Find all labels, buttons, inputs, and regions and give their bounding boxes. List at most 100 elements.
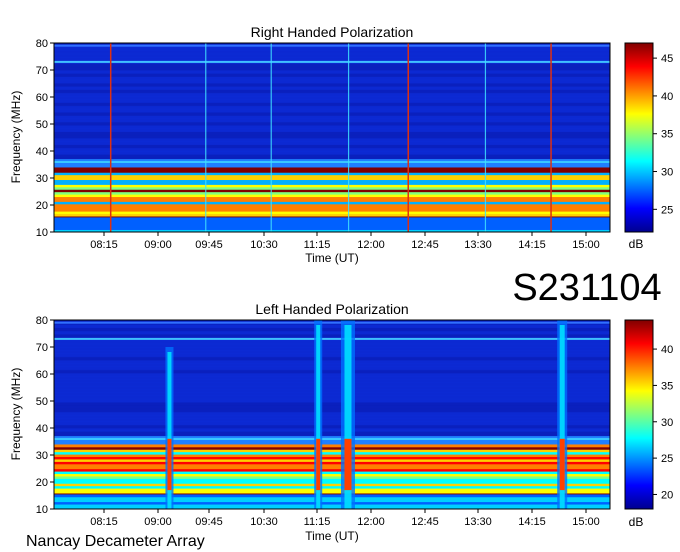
- panel-1-xtick-label: 09:00: [144, 516, 172, 528]
- panel-0-noise-row: [54, 92, 610, 97]
- panel-1-noise-row: [54, 350, 610, 354]
- panel-1-burst-hot: [167, 438, 172, 491]
- panel-0-noise-row: [54, 108, 610, 113]
- panel-0-band-stripe: [54, 213, 610, 217]
- panel-0-ytick-label: 50: [36, 119, 48, 131]
- panel-0-xtick-label: 13:30: [464, 239, 492, 251]
- panel-0-xtick-label: 12:45: [411, 239, 439, 251]
- panel-1-band-stripe: [54, 468, 610, 472]
- panel-1-noise-row: [54, 382, 610, 387]
- panel-0-noise-row: [54, 70, 610, 74]
- panel-0-ytick-label: 20: [36, 200, 48, 212]
- panel-1-noise-row: [54, 392, 610, 397]
- panel-1-noise-row: [54, 389, 610, 393]
- panel-1-band-stripe: [54, 463, 610, 467]
- panel-1-ytick-label: 30: [36, 450, 48, 462]
- panel-0-noise-row: [54, 151, 610, 155]
- panel-0-noise-row: [54, 63, 610, 68]
- panel-1-burst-hot: [344, 438, 352, 491]
- panel-rhp-colorbar-label: dB: [629, 237, 644, 251]
- panel-1-noise-row: [54, 372, 610, 377]
- panel-1-band-stripe: [54, 446, 610, 450]
- panel-0-noise-row: [54, 134, 610, 139]
- panel-0-band-stripe: [54, 172, 610, 176]
- panel-lhp-title: Left Handed Polarization: [255, 301, 408, 317]
- panel-1-ytick-label: 60: [36, 369, 48, 381]
- panel-0-ytick-label: 40: [36, 146, 48, 158]
- panel-rhp-ylabel: Frequency (MHz): [9, 91, 23, 184]
- panel-0-noise-row: [54, 57, 610, 61]
- panel-1-noise-row: [54, 379, 610, 384]
- panel-1-noise-row: [54, 428, 610, 432]
- panel-1-noise-row: [54, 363, 610, 367]
- panel-1-band-stripe: [54, 488, 610, 492]
- panel-0-noise-row: [54, 138, 610, 142]
- panel-1-low-stripe: [54, 504, 610, 507]
- panel-1-xtick-label: 13:30: [464, 516, 492, 528]
- panel-0-noise-row: [54, 99, 610, 103]
- panel-0-noise-row: [54, 50, 610, 55]
- panel-1-ytick-label: 70: [36, 342, 48, 354]
- panel-1-noise-row: [54, 356, 610, 361]
- observatory-label: Nancay Decameter Array: [26, 533, 205, 550]
- panel-0-noise-row: [54, 112, 610, 116]
- panel-1-noise-row: [54, 359, 610, 364]
- panel-0-rfi-line: [270, 43, 272, 232]
- panel-1-noise-row: [54, 347, 610, 351]
- panel-1-cbar-tick-label: 20: [661, 489, 673, 501]
- panel-1-noise-row: [54, 366, 610, 371]
- panel-1-noise-row: [54, 376, 610, 380]
- panel-lhp-xlabel: Time (UT): [305, 529, 359, 543]
- panel-rhp-xlabel: Time (UT): [305, 251, 359, 265]
- panel-1-noise-row: [54, 405, 610, 410]
- panel-1-band-stripe: [54, 454, 610, 458]
- panel-1-ytick-label: 20: [36, 477, 48, 489]
- panel-0-noise-row: [54, 76, 610, 81]
- panel-1-ytick-label: 50: [36, 396, 48, 408]
- panel-1-noise-row: [54, 324, 610, 329]
- panel-1-band-stripe: [54, 478, 610, 482]
- panel-1-band-stripe: [54, 461, 610, 465]
- panel-0-band-edge: [54, 161, 610, 163]
- panel-1-noise-row: [54, 353, 610, 358]
- panel-1-cbar-tick-label: 35: [661, 380, 673, 392]
- panel-1-band-stripe: [54, 459, 610, 462]
- panel-1-xtick-label: 12:45: [411, 516, 439, 528]
- panel-1-xtick-label: 08:15: [90, 516, 118, 528]
- panel-0-low-stripe: [54, 217, 610, 221]
- panel-0-colorbar: [624, 42, 654, 233]
- panel-1-band-stripe: [54, 473, 610, 477]
- panel-0-band-stripe: [54, 169, 610, 173]
- panel-1-cbar-tick-label: 30: [661, 417, 673, 429]
- panel-0-interference-band: [54, 44, 610, 47]
- panel-0-rfi-line: [205, 43, 207, 232]
- panel-1-cbar-tick-label: 40: [661, 344, 673, 356]
- panel-0-xtick-label: 15:00: [572, 239, 600, 251]
- panel-0-band-stripe: [54, 201, 610, 205]
- panel-0-noise-row: [54, 118, 610, 123]
- panel-1-low-stripe: [54, 499, 610, 503]
- panel-0-cbar-tick-label: 35: [661, 129, 673, 141]
- panel-1-noise-row: [54, 369, 610, 374]
- panel-1-cbar-tick-label: 25: [661, 453, 673, 465]
- panel-0-noise-row: [54, 121, 610, 126]
- panel-0-noise-row: [54, 79, 610, 84]
- panel-1-noise-row: [54, 411, 610, 416]
- panel-0-cbar-tick-label: 30: [661, 167, 673, 179]
- panel-0-ytick-label: 30: [36, 173, 48, 185]
- panel-1-noise-row: [54, 343, 610, 348]
- panel-1-band-stripe: [54, 485, 610, 489]
- panel-1-xtick-label: 09:45: [195, 516, 223, 528]
- spectrogram-figure: Right Handed Polarization Time (UT) Freq…: [0, 0, 680, 552]
- panel-1-xtick-label: 15:00: [572, 516, 600, 528]
- panel-1-noise-row: [54, 402, 610, 406]
- panel-1-burst-hot: [316, 438, 321, 491]
- panel-0-band-stripe: [54, 203, 610, 207]
- panel-1-noise-row: [54, 385, 610, 390]
- panel-0-noise-row: [54, 102, 610, 107]
- panel-1-ytick-label: 80: [36, 315, 48, 327]
- panel-0-band-stripe: [54, 186, 610, 190]
- panel-0-xtick-label: 11:15: [304, 239, 331, 251]
- panel-1-band-stripe: [54, 466, 610, 470]
- panel-0-xtick-label: 10:30: [250, 239, 278, 251]
